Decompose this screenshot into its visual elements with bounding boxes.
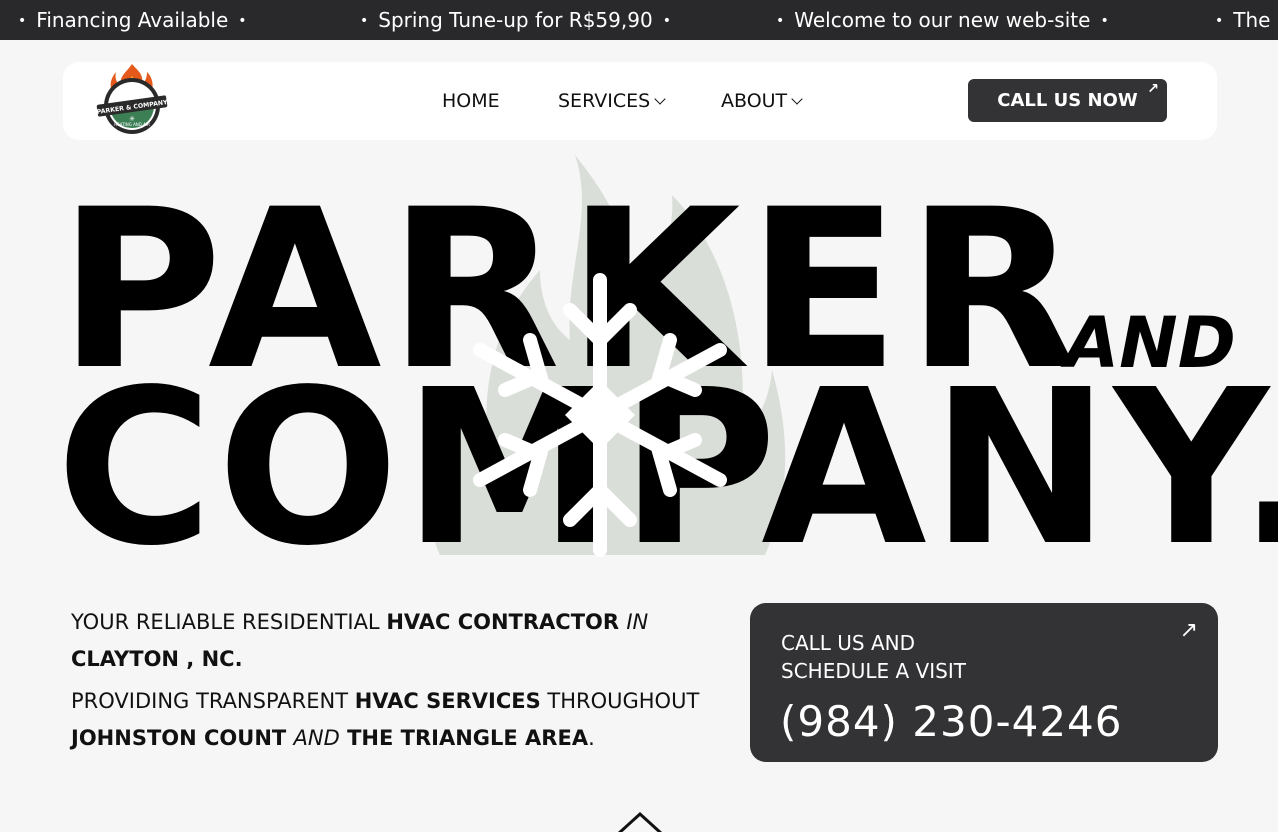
arrow-up-right-icon: ↗ (1147, 81, 1159, 97)
nav-home-link[interactable]: HOME (442, 90, 500, 112)
arrow-up-right-icon: ↗ (1179, 617, 1198, 642)
tagline-line-2: PROVIDING TRANSPARENT HVAC SERVICES THRO… (71, 689, 700, 750)
hero-tagline: YOUR RELIABLE RESIDENTIAL HVAC CONTRACTO… (71, 604, 721, 757)
chevron-down-icon (654, 93, 666, 105)
announcement-ticker: • Financing Available • • Spring Tune-up fo… (0, 0, 1278, 40)
ticker-item: • Financing Available • (18, 8, 247, 32)
company-logo[interactable]: PARKER & COMPANY HEATING AND AIR ✳ (95, 62, 169, 136)
ticker-item: • Welcome to our new web-site • (776, 8, 1109, 32)
chevron-down-icon (791, 93, 803, 105)
main-navbar: PARKER & COMPANY HEATING AND AIR ✳ HOME … (63, 62, 1217, 140)
ticker-item: •The b (1215, 8, 1278, 32)
ticker-item: • Spring Tune-up for R$59,90 • (360, 8, 671, 32)
snowflake-icon (473, 273, 727, 557)
phone-number[interactable]: (984) 230-4246 (780, 697, 1123, 746)
call-schedule-card[interactable]: CALL US AND SCHEDULE A VISIT (984) 230-4… (750, 603, 1218, 762)
nav-about-label: ABOUT (721, 90, 788, 112)
chevron-up-icon[interactable] (616, 812, 664, 832)
nav-services-label: SERVICES (558, 90, 651, 112)
tagline-line-1: YOUR RELIABLE RESIDENTIAL HVAC CONTRACTO… (71, 610, 649, 671)
nav-about-link[interactable]: ABOUT (721, 90, 803, 112)
svg-text:✳: ✳ (129, 115, 135, 123)
call-us-now-button[interactable]: CALL US NOW ↗ (968, 79, 1167, 122)
call-us-now-label: CALL US NOW (997, 90, 1138, 111)
call-schedule-label: CALL US AND SCHEDULE A VISIT (781, 631, 966, 683)
nav-services-link[interactable]: SERVICES (558, 90, 666, 112)
